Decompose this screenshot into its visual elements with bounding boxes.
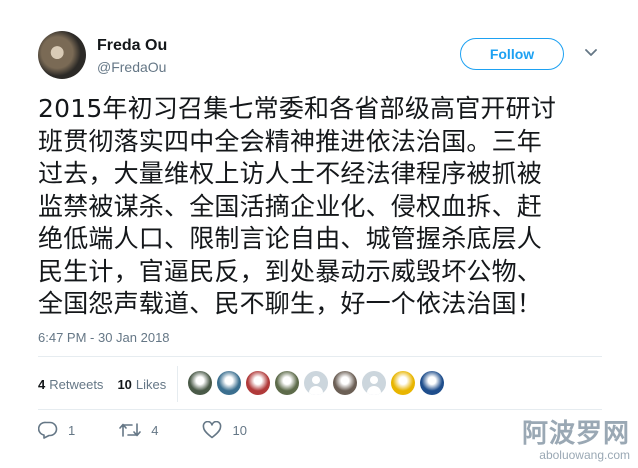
reply-icon <box>38 421 58 439</box>
reply-button[interactable]: 1 <box>38 421 75 439</box>
divider <box>177 366 178 402</box>
watermark-title: 阿波罗网 <box>521 419 630 449</box>
retweet-button[interactable]: 4 <box>119 422 158 438</box>
divider <box>38 356 602 357</box>
watermark-url: aboluowang.com <box>539 448 630 462</box>
likes-stat[interactable]: 10 Likes <box>117 377 166 392</box>
liker-avatar-2[interactable] <box>217 371 241 395</box>
tweet-text-line: 全国怨声载道、民不聊生，好一个依法治国！ <box>38 289 543 318</box>
liker-avatar-5[interactable] <box>304 371 328 395</box>
tweet-text-line: 班贯彻落实四中全会精神推进依法治国。三年 <box>38 126 543 156</box>
author-avatar[interactable] <box>38 31 86 79</box>
tweet-text: 2015年初习召集七常委和各省部级高官开研讨 班贯彻落实四中全会精神推进依法治国… <box>38 93 598 321</box>
retweet-count: 4 <box>151 422 159 438</box>
heart-icon <box>203 421 222 439</box>
likes-count: 10 <box>117 376 132 392</box>
retweets-label: Retweets <box>49 376 104 392</box>
liker-avatar-8[interactable] <box>391 371 415 395</box>
tweet-text-line: 绝低端人口、限制言论自由、城管握杀底层人 <box>38 224 543 253</box>
liker-avatars <box>188 371 449 395</box>
tweet-text-line: 过去，大量维权上访人士不经法律程序被抓被 <box>38 159 543 188</box>
liker-avatar-6[interactable] <box>333 371 357 395</box>
author-handle[interactable]: @FredaOu <box>97 58 166 76</box>
liker-avatar-4[interactable] <box>275 371 299 395</box>
like-button[interactable]: 10 <box>202 421 247 439</box>
retweet-icon <box>119 423 142 437</box>
follow-button[interactable]: Follow <box>460 38 564 70</box>
tweet-actions: 1 4 10 <box>38 421 291 439</box>
tweet-text-line: 2015年初习召集七常委和各省部级高官开研讨 <box>38 94 557 123</box>
watermark: 阿波罗网 aboluowang.com <box>522 420 630 462</box>
tweet-text-line: 监禁被谋杀、全国活摘企业化、侵权血拆、赶 <box>38 191 543 221</box>
likes-label: Likes <box>135 376 167 392</box>
tweet-card: Freda Ou @FredaOu Follow 2015年初习召集七常委和各省… <box>0 0 638 468</box>
retweets-stat[interactable]: 4 Retweets <box>38 377 103 392</box>
liker-avatar-3[interactable] <box>246 371 270 395</box>
tweet-timestamp[interactable]: 6:47 PM - 30 Jan 2018 <box>38 330 170 345</box>
liker-avatar-7[interactable] <box>362 371 386 395</box>
liker-avatar-1[interactable] <box>188 371 212 395</box>
tweet-text-line: 民生计，官逼民反，到处暴动示威毁坏公物、 <box>38 256 543 286</box>
like-count: 10 <box>232 422 247 438</box>
liker-avatar-9[interactable] <box>420 371 444 395</box>
divider <box>38 409 602 410</box>
retweets-count: 4 <box>38 376 46 392</box>
author-name[interactable]: Freda Ou <box>97 36 167 56</box>
tweet-stats: 4 Retweets 10 Likes <box>38 374 180 394</box>
chevron-down-icon[interactable] <box>584 46 598 60</box>
reply-count: 1 <box>68 422 76 438</box>
